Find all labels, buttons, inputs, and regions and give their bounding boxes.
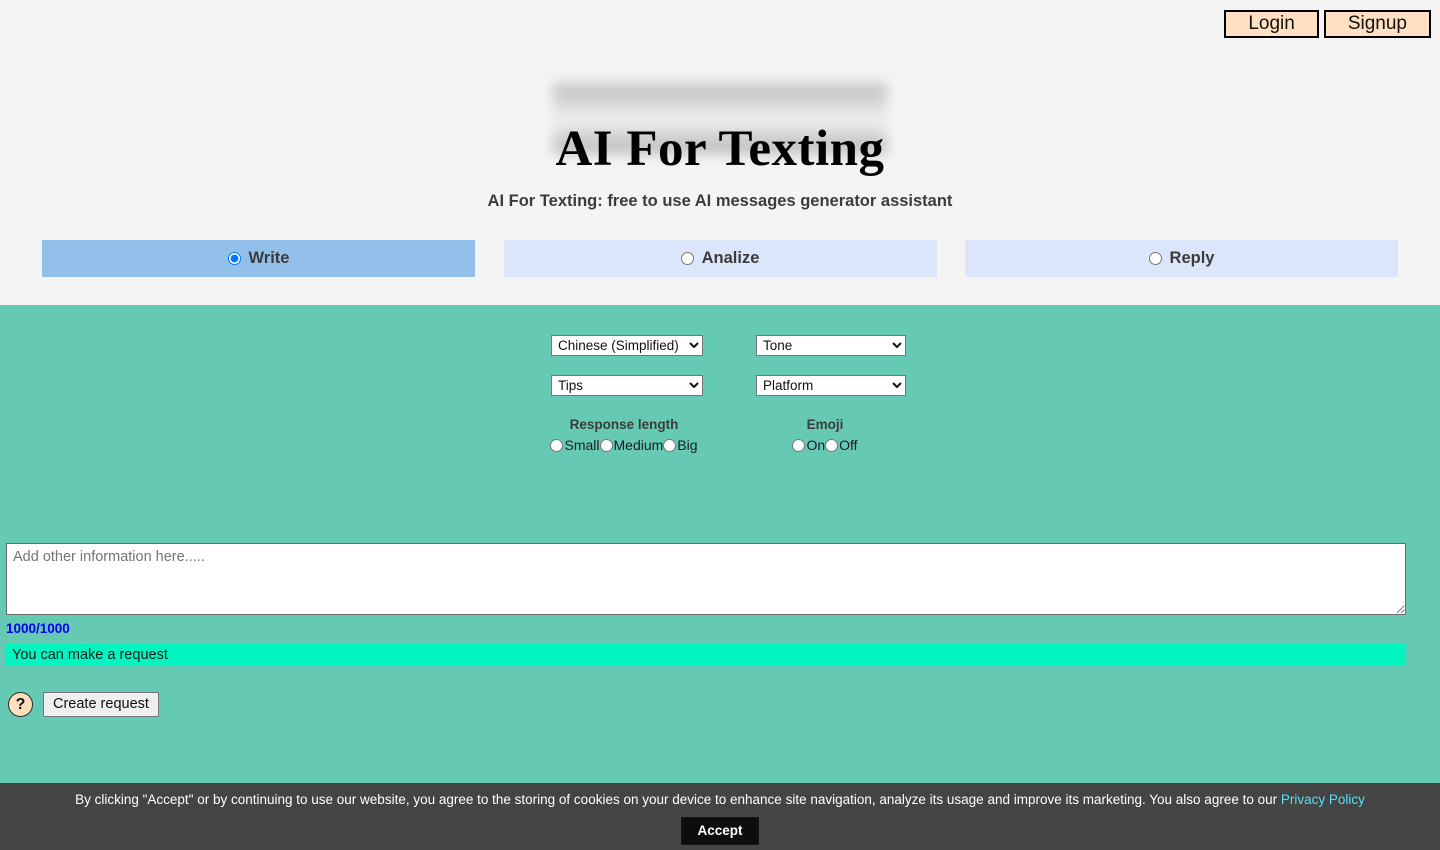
response-length-options: Small Medium Big [550,437,698,453]
emoji-label-on: On [806,437,826,453]
mode-tab-analize-label: Analize [701,249,760,267]
controls-row-1: Chinese (Simplified) Tone [551,335,911,356]
signup-button[interactable]: Signup [1323,10,1431,38]
cookie-consent-text: By clicking "Accept" or by continuing to… [75,792,1281,807]
page-subtitle: AI For Texting: free to use AI messages … [487,192,953,210]
mode-tab-write-label: Write [248,249,290,267]
emoji-radio-off[interactable] [825,438,839,452]
emoji-group: Emoji On Off [750,417,900,453]
language-select[interactable]: Chinese (Simplified) [551,335,703,356]
controls-grid: Chinese (Simplified) Tone Tips Platform [551,335,911,415]
request-textarea[interactable] [6,543,1406,615]
mode-tab-group: Write Analize Reply [42,240,1398,277]
emoji-option-off[interactable]: Off [825,437,858,453]
cookie-consent-text-row: By clicking "Accept" or by continuing to… [0,791,1440,809]
mode-tab-write[interactable]: Write [42,240,475,277]
emoji-options: On Off [750,437,900,453]
login-button[interactable]: Login [1224,10,1319,38]
emoji-radio-on[interactable] [792,438,806,452]
response-length-option-small[interactable]: Small [550,437,600,453]
tone-select[interactable]: Tone [756,335,906,356]
mode-tab-reply-label: Reply [1169,249,1215,267]
response-length-radio-medium[interactable] [599,438,613,452]
response-length-title: Response length [569,417,679,432]
emoji-title: Emoji [806,417,844,432]
question-mark-icon[interactable]: ? [8,692,33,717]
privacy-policy-link[interactable]: Privacy Policy [1281,792,1365,807]
response-length-label-big: Big [677,437,698,453]
top-bar: Login Signup [0,0,1440,44]
character-counter: 1000/1000 [6,621,70,636]
accept-cookies-button[interactable]: Accept [681,817,759,845]
mode-radio-write[interactable] [227,252,241,265]
controls-row-2: Tips Platform [551,375,911,396]
response-length-option-big[interactable]: Big [663,437,698,453]
response-length-label-small: Small [564,437,600,453]
radio-groups: Response length Small Medium Big Emoji O… [550,417,911,453]
platform-select[interactable]: Platform [756,375,906,396]
create-request-button[interactable]: Create request [43,692,159,717]
auth-button-group: Login Signup [1224,10,1431,38]
emoji-label-off: Off [839,437,858,453]
status-message: You can make a request [6,644,1406,666]
page-title: AI For Texting [555,121,885,178]
response-length-option-medium[interactable]: Medium [599,437,664,453]
mode-tab-reply[interactable]: Reply [965,240,1398,277]
main-panel: Chinese (Simplified) Tone Tips Platform … [0,305,1440,783]
mode-radio-reply[interactable] [1148,252,1162,265]
response-length-radio-small[interactable] [550,438,564,452]
emoji-option-on[interactable]: On [792,437,825,453]
action-row: ? Create request [8,692,159,717]
mode-tab-analize[interactable]: Analize [503,240,937,277]
header-zone: AI For Texting AI For Texting: free to u… [0,44,1440,305]
tips-select[interactable]: Tips [551,375,703,396]
cookie-consent-banner: By clicking "Accept" or by continuing to… [0,783,1440,850]
response-length-group: Response length Small Medium Big [550,417,698,453]
response-length-radio-big[interactable] [663,438,677,452]
response-length-label-medium: Medium [613,437,664,453]
mode-radio-analize[interactable] [680,252,694,265]
page-title-wrapper: AI For Texting [0,80,1440,177]
